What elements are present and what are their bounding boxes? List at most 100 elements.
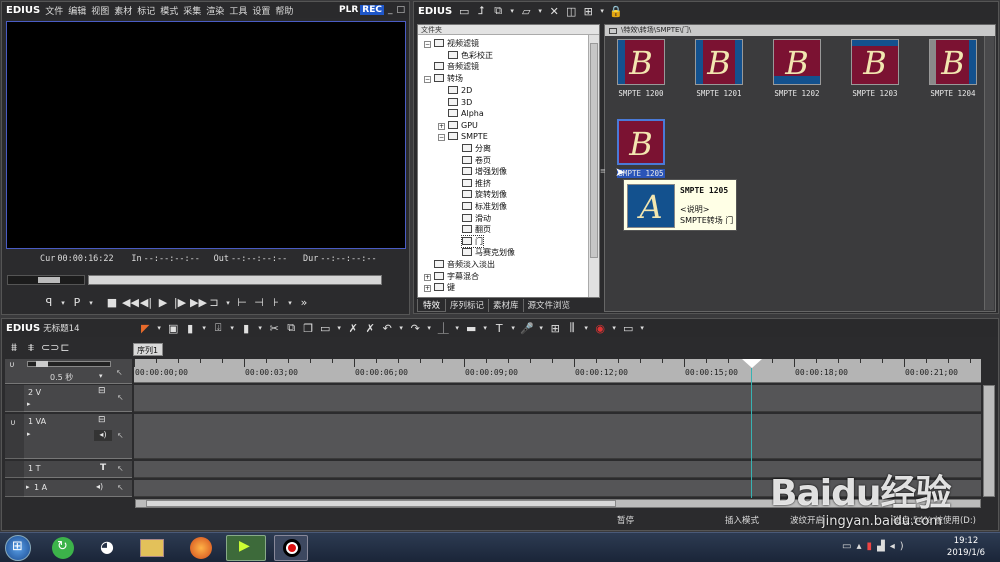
plr-toggle[interactable]: PLR [339, 5, 358, 15]
save-as-icon[interactable]: ▮ [239, 322, 253, 335]
tree-item[interactable]: 色彩校正 [448, 50, 493, 61]
tree-item[interactable]: 马赛克划像 [462, 247, 515, 258]
dropdown-icon[interactable]: ▾ [582, 324, 590, 332]
tree-item[interactable]: 音频滤镜 [434, 61, 479, 72]
mixer-icon[interactable]: ⊞ [548, 322, 562, 335]
tree-item[interactable]: − SMPTE [438, 131, 488, 142]
tab-sequence-markers[interactable]: 序列标记 [446, 299, 490, 312]
tree-expand-icon[interactable]: − [424, 41, 431, 48]
tree-item[interactable]: 推挤 [462, 178, 491, 189]
transition-thumbnail[interactable]: B [929, 39, 977, 85]
tree-item[interactable]: 分离 [462, 143, 491, 154]
dropdown-icon[interactable]: ▾ [87, 299, 95, 307]
paste-icon[interactable]: ❐ [301, 322, 315, 335]
start-button[interactable]: ⊞ [5, 535, 31, 561]
redo-icon[interactable]: ↷ [408, 322, 422, 335]
properties-icon[interactable]: ◫ [564, 5, 578, 18]
menu-item[interactable]: 模式 [160, 7, 178, 17]
dropdown-icon[interactable]: ▾ [536, 7, 544, 15]
menu-item[interactable]: 素材 [114, 7, 132, 17]
fast-forward-icon[interactable]: ▶▶ [190, 296, 207, 309]
time-ruler[interactable]: 00:00:00;00 00:00:03;00 00:00:06;00 00:00:0… [134, 359, 981, 383]
tree-expand-icon[interactable]: + [438, 123, 445, 130]
menu-item[interactable]: 文件 [45, 7, 63, 17]
title-track-icon[interactable]: T [100, 463, 106, 473]
tree-expand-icon[interactable]: + [424, 274, 431, 281]
transition-thumbnail[interactable]: B [851, 39, 899, 85]
taskbar-app-qq[interactable]: ◕ [100, 537, 120, 559]
step-forward-icon[interactable]: |▶ [173, 296, 187, 309]
tab-source-browser[interactable]: 源文件浏览 [524, 299, 575, 312]
rec-toggle[interactable]: REC [360, 5, 384, 15]
track-expand-icon[interactable]: ▸ [27, 430, 31, 438]
delete-icon[interactable]: ✗ [346, 322, 360, 335]
volume-icon[interactable]: ◂) [890, 541, 909, 552]
playhead-marker[interactable] [742, 359, 762, 368]
tree-item[interactable]: 门 [461, 235, 484, 248]
marker-icon[interactable]: ▬ [464, 322, 478, 335]
dropdown-icon[interactable]: ▾ [59, 299, 67, 307]
dropdown-icon[interactable]: ▾ [286, 299, 294, 307]
tree-item[interactable]: 旋转划像 [462, 189, 507, 200]
loop-icon[interactable]: ⊐ [207, 296, 221, 309]
position-bar[interactable] [88, 275, 382, 285]
ripple-delete-icon[interactable]: ✗ [363, 322, 377, 335]
dropdown-icon[interactable]: ▾ [99, 372, 103, 380]
tree-expand-icon[interactable]: − [438, 134, 445, 141]
tree-item[interactable]: Alpha [448, 108, 484, 119]
track-lock-icon[interactable]: ∪ [10, 418, 16, 427]
menu-item[interactable]: 标记 [137, 7, 155, 17]
tree-item[interactable]: 2D [448, 85, 472, 96]
dropdown-icon[interactable]: ▾ [638, 324, 646, 332]
tab-effects[interactable]: 特效 [417, 299, 447, 312]
tree-expand-icon[interactable]: + [424, 285, 431, 292]
taskbar-app-firefox[interactable] [190, 537, 212, 559]
taskbar-app-explorer[interactable] [140, 539, 164, 557]
network-icon[interactable]: ▟ [877, 541, 890, 552]
tree-scrollbar[interactable] [588, 35, 599, 297]
menu-item[interactable]: 工具 [229, 7, 247, 17]
scrub-handle[interactable] [38, 277, 60, 283]
track-expand-icon[interactable]: ↖ [117, 393, 124, 402]
stop-icon[interactable]: ■ [105, 296, 119, 309]
tab-clip-bin[interactable]: 素材库 [489, 299, 524, 312]
more-icon[interactable]: » [297, 296, 311, 309]
zoom-value[interactable]: 0.5 秒 [50, 372, 73, 383]
layer-icon[interactable]: ⏥ [519, 5, 533, 18]
tree-expand-icon[interactable]: − [424, 76, 431, 83]
zoom-slider[interactable] [27, 361, 111, 367]
dropdown-icon[interactable]: ▾ [537, 324, 545, 332]
tree-item[interactable]: + GPU [438, 120, 478, 131]
dropdown-icon[interactable]: ▾ [200, 324, 208, 332]
ruler-expand-icon[interactable]: ↖ [116, 368, 123, 377]
set-out-icon[interactable]: P [70, 296, 84, 309]
snap-icon[interactable]: ⊏ [58, 341, 72, 355]
step-back-icon[interactable]: ◀| [139, 296, 153, 309]
view-mode-icon[interactable]: ⊞ [581, 5, 595, 18]
up-folder-icon[interactable]: ⮥ [474, 4, 488, 18]
transition-thumbnail[interactable]: B [617, 119, 665, 165]
transition-thumbnail[interactable]: B [773, 39, 821, 85]
track-expand-icon[interactable]: ↖ [117, 483, 124, 492]
dropdown-icon[interactable]: ▾ [508, 7, 516, 15]
taskbar-app-edius[interactable]: ▶ [226, 535, 266, 561]
replace-icon[interactable]: ▭ [318, 322, 332, 335]
menu-item[interactable]: 编辑 [68, 7, 86, 17]
tree-scroll-thumb[interactable] [590, 43, 598, 258]
tree-item[interactable]: 标准划像 [462, 201, 507, 212]
dropdown-icon[interactable]: ▾ [256, 324, 264, 332]
lock-icon[interactable]: 🔒 [609, 5, 623, 18]
import-icon[interactable]: ⍗ [211, 321, 225, 335]
set-in-icon[interactable]: ꟼ [42, 296, 56, 309]
dropdown-icon[interactable]: ▾ [397, 324, 405, 332]
keyboard-icon[interactable]: ▭ [842, 541, 856, 552]
dropdown-icon[interactable]: ▾ [224, 299, 232, 307]
track-expand-icon[interactable]: ▸ [27, 400, 31, 408]
track-expand-icon[interactable]: ↖ [117, 431, 124, 440]
add-clip-icon[interactable]: ⧉ [491, 4, 505, 18]
dropdown-icon[interactable]: ▾ [610, 324, 618, 332]
transition-thumbnail[interactable]: B [695, 39, 743, 85]
scrub-bar[interactable] [7, 275, 85, 285]
export-icon[interactable]: ▭ [621, 322, 635, 335]
maximize-icon[interactable]: □ [396, 5, 405, 15]
